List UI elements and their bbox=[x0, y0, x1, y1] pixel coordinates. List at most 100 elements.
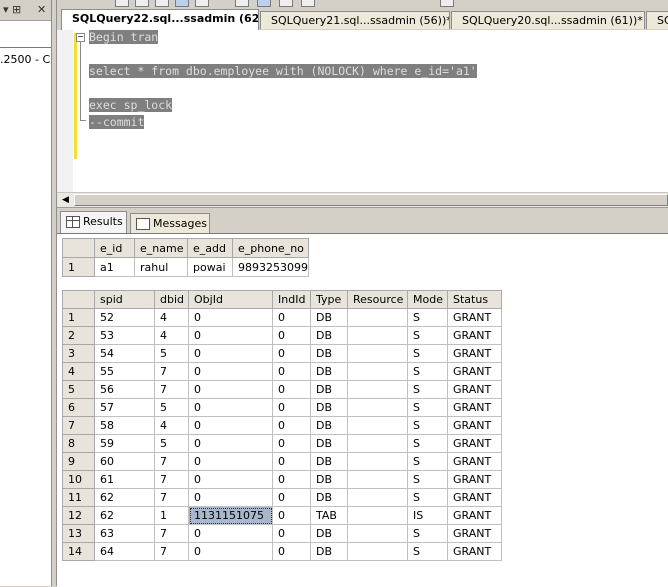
table-cell[interactable]: 63 bbox=[94, 524, 155, 543]
table-cell[interactable]: 7 bbox=[154, 452, 189, 471]
tab-sqlquery22[interactable]: SQLQuery22.sql...ssadmin (62))* bbox=[61, 9, 259, 30]
row-number[interactable]: 9 bbox=[62, 452, 95, 471]
table-cell[interactable]: 62 bbox=[94, 488, 155, 507]
server-node[interactable]: .2500 - CD bbox=[0, 53, 51, 66]
column-header-e-name[interactable]: e_name bbox=[134, 238, 188, 258]
toolbar-button-icon[interactable] bbox=[135, 0, 149, 7]
horizontal-scrollbar[interactable]: ◀ bbox=[57, 192, 668, 207]
table-cell[interactable]: GRANT bbox=[447, 506, 502, 525]
scroll-left-icon[interactable]: ◀ bbox=[59, 194, 72, 206]
table-cell[interactable] bbox=[347, 470, 408, 489]
table-cell[interactable]: 4 bbox=[154, 308, 189, 327]
table-cell[interactable]: 7 bbox=[154, 470, 189, 489]
table-cell[interactable]: 7 bbox=[154, 362, 189, 381]
table-cell[interactable]: 0 bbox=[188, 326, 273, 345]
table-cell[interactable]: S bbox=[407, 470, 448, 489]
row-number[interactable]: 14 bbox=[62, 542, 95, 561]
pin-icon[interactable]: ▾ ⊞ bbox=[3, 3, 21, 16]
row-number[interactable]: 13 bbox=[62, 524, 95, 543]
table-row[interactable]: 8 59 5 0 0 DB S GRANT bbox=[62, 434, 502, 453]
table-row[interactable]: 4 55 7 0 0 DB S GRANT bbox=[62, 362, 502, 381]
table-cell[interactable] bbox=[347, 416, 408, 435]
table-cell[interactable]: S bbox=[407, 524, 448, 543]
selected-cell[interactable]: 1131151075 bbox=[188, 506, 273, 525]
table-cell[interactable]: 55 bbox=[94, 362, 155, 381]
table-cell[interactable]: 0 bbox=[272, 416, 311, 435]
table-cell[interactable]: S bbox=[407, 434, 448, 453]
table-cell[interactable]: 0 bbox=[188, 380, 273, 399]
table-cell[interactable]: DB bbox=[310, 362, 348, 381]
table-cell[interactable]: 1 bbox=[154, 506, 189, 525]
table-cell[interactable]: 0 bbox=[272, 344, 311, 363]
toolbar-button-icon[interactable] bbox=[440, 0, 454, 7]
table-cell[interactable]: GRANT bbox=[447, 416, 502, 435]
table-row[interactable]: 2 53 4 0 0 DB S GRANT bbox=[62, 326, 502, 345]
toolbar-button-icon[interactable] bbox=[155, 0, 169, 7]
table-cell[interactable]: 0 bbox=[272, 362, 311, 381]
table-cell[interactable]: S bbox=[407, 542, 448, 561]
table-cell[interactable]: S bbox=[407, 344, 448, 363]
table-cell[interactable] bbox=[347, 380, 408, 399]
table-cell[interactable]: 54 bbox=[94, 344, 155, 363]
toolbar-button-icon[interactable] bbox=[279, 0, 293, 7]
table-cell[interactable]: powai bbox=[187, 257, 233, 277]
table-cell[interactable]: 0 bbox=[272, 470, 311, 489]
table-row[interactable]: 6 57 5 0 0 DB S GRANT bbox=[62, 398, 502, 417]
table-cell[interactable]: 5 bbox=[154, 398, 189, 417]
table-cell[interactable]: 0 bbox=[188, 308, 273, 327]
table-cell[interactable]: 57 bbox=[94, 398, 155, 417]
tab-sqlquery-overflow[interactable]: SQ bbox=[646, 11, 668, 29]
toolbar-button-icon[interactable] bbox=[175, 0, 189, 7]
table-cell[interactable]: 0 bbox=[188, 470, 273, 489]
table-cell[interactable]: GRANT bbox=[447, 452, 502, 471]
table-cell[interactable]: S bbox=[407, 308, 448, 327]
table-cell[interactable]: GRANT bbox=[447, 542, 502, 561]
table-row[interactable]: 11 62 7 0 0 DB S GRANT bbox=[62, 488, 502, 507]
table-cell[interactable] bbox=[347, 362, 408, 381]
table-row[interactable]: 7 58 4 0 0 DB S GRANT bbox=[62, 416, 502, 435]
table-cell[interactable]: 0 bbox=[272, 398, 311, 417]
tab-sqlquery21[interactable]: SQLQuery21.sql...ssadmin (56))* bbox=[260, 11, 450, 29]
column-header-objid[interactable]: ObjId bbox=[188, 290, 273, 309]
table-cell[interactable]: DB bbox=[310, 452, 348, 471]
table-cell[interactable]: 59 bbox=[94, 434, 155, 453]
row-number[interactable]: 11 bbox=[62, 488, 95, 507]
table-cell[interactable]: GRANT bbox=[447, 308, 502, 327]
grid-corner[interactable] bbox=[62, 238, 95, 258]
table-cell[interactable]: DB bbox=[310, 488, 348, 507]
table-cell[interactable]: GRANT bbox=[447, 398, 502, 417]
table-cell[interactable]: DB bbox=[310, 524, 348, 543]
toolbar-button-icon[interactable] bbox=[115, 0, 129, 7]
table-cell[interactable] bbox=[347, 398, 408, 417]
toolbar-button-icon[interactable] bbox=[257, 0, 271, 7]
table-row[interactable]: 13 63 7 0 0 DB S GRANT bbox=[62, 524, 502, 543]
table-cell[interactable]: 4 bbox=[154, 326, 189, 345]
table-cell[interactable]: S bbox=[407, 488, 448, 507]
table-cell[interactable]: 5 bbox=[154, 434, 189, 453]
table-cell[interactable]: 0 bbox=[272, 524, 311, 543]
row-number[interactable]: 5 bbox=[62, 380, 95, 399]
table-cell[interactable]: S bbox=[407, 362, 448, 381]
table-cell[interactable]: GRANT bbox=[447, 470, 502, 489]
table-cell[interactable]: DB bbox=[310, 308, 348, 327]
table-cell[interactable]: DB bbox=[310, 470, 348, 489]
table-cell[interactable]: 0 bbox=[272, 452, 311, 471]
toolbar-button-icon[interactable] bbox=[235, 0, 249, 7]
table-cell[interactable]: DB bbox=[310, 344, 348, 363]
table-cell[interactable]: 53 bbox=[94, 326, 155, 345]
table-cell[interactable]: 0 bbox=[272, 380, 311, 399]
table-cell[interactable]: 0 bbox=[188, 398, 273, 417]
table-cell[interactable]: 4 bbox=[154, 416, 189, 435]
row-number[interactable]: 8 bbox=[62, 434, 95, 453]
table-cell[interactable]: IS bbox=[407, 506, 448, 525]
table-cell[interactable] bbox=[347, 326, 408, 345]
table-cell[interactable]: 0 bbox=[188, 344, 273, 363]
row-number[interactable]: 2 bbox=[62, 326, 95, 345]
column-header-e-id[interactable]: e_id bbox=[94, 238, 135, 258]
table-cell[interactable]: GRANT bbox=[447, 434, 502, 453]
table-cell[interactable]: 9893253099 bbox=[232, 257, 309, 277]
column-header-resource[interactable]: Resource bbox=[347, 290, 408, 309]
table-row[interactable]: 10 61 7 0 0 DB S GRANT bbox=[62, 470, 502, 489]
table-cell[interactable]: 0 bbox=[272, 308, 311, 327]
table-cell[interactable]: GRANT bbox=[447, 488, 502, 507]
